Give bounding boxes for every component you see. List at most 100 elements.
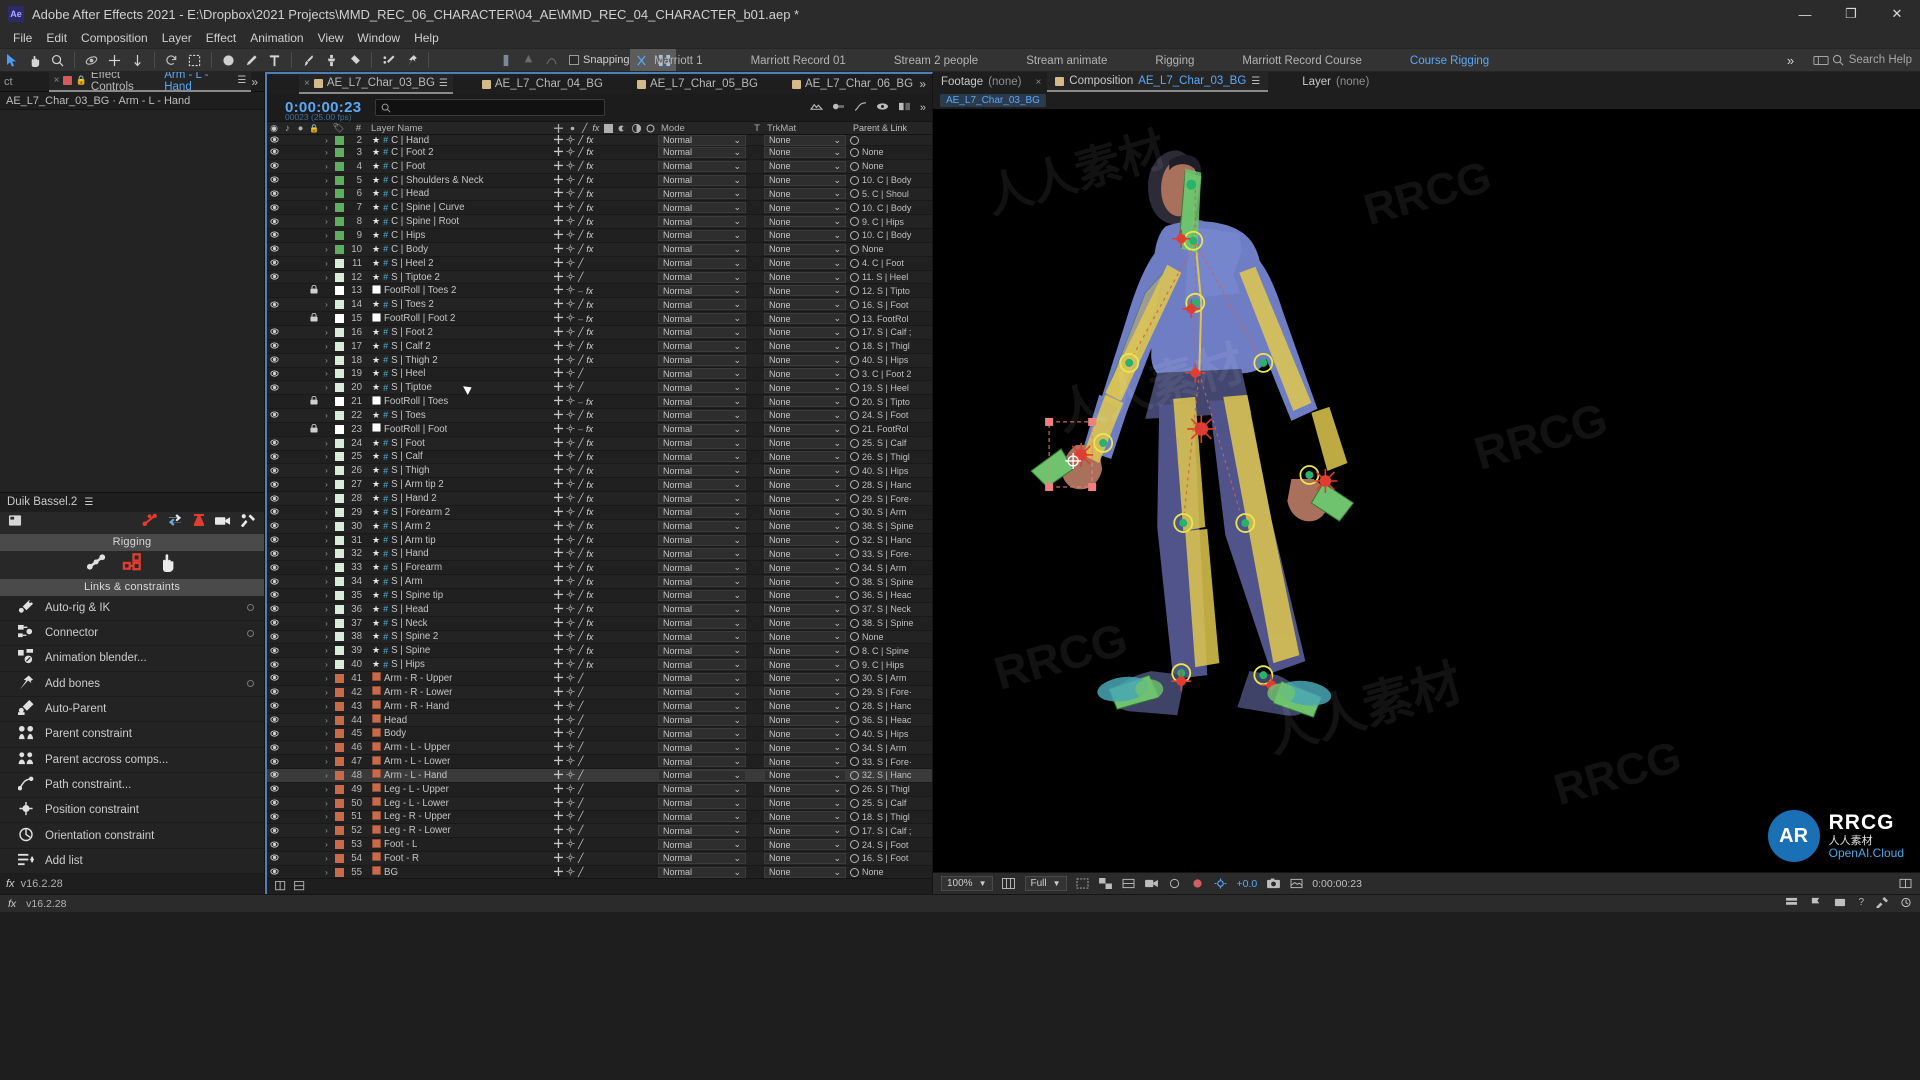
shy-switch-icon[interactable]: ╱ [578,742,583,753]
layer-color-swatch[interactable] [332,397,346,407]
layer-visibility-toggle[interactable] [267,743,281,753]
workspace-tab-marriott-record-course[interactable]: Marriott Record Course [1218,49,1386,73]
layer-mode-cell[interactable]: Normal ⌄ [658,299,750,311]
duik-link-red-icon[interactable] [122,552,144,577]
status-memory-icon[interactable] [1834,897,1846,911]
parent-switch-icon[interactable] [554,617,563,629]
shy-switch-icon[interactable]: ╱ [578,853,583,864]
quality-switch-icon[interactable] [566,382,575,393]
layer-color-chip[interactable] [334,438,344,448]
pickwhip-icon[interactable] [850,798,859,808]
layer-color-chip[interactable] [334,314,344,324]
layer-expand-arrow[interactable]: › [321,300,332,309]
pickwhip-icon[interactable] [850,853,859,863]
layer-visibility-toggle[interactable] [267,147,281,157]
duik-bone-red-icon[interactable] [142,513,158,532]
layer-color-chip[interactable] [334,549,344,559]
layer-mode-cell[interactable]: Normal ⌄ [658,229,750,241]
layer-color-chip[interactable] [334,853,344,863]
project-tab-truncated[interactable]: ct [0,76,13,88]
parent-switch-icon[interactable] [554,451,563,462]
timeline-layer-row[interactable]: › 27 ★ # S | Arm tip 2 ╱ fx Normal ⌄ None ⌄ 28. S |… [267,478,932,493]
pickwhip-icon[interactable] [850,466,859,476]
chevron-down-icon[interactable]: ⌄ [733,368,741,379]
layer-color-chip[interactable] [334,397,344,407]
parent-switch-icon[interactable] [554,382,563,393]
layer-mode-cell[interactable]: Normal ⌄ [658,135,750,146]
layer-color-swatch[interactable] [332,424,346,434]
pickwhip-icon[interactable] [850,452,859,462]
duik-refresh-icon[interactable] [167,513,183,532]
layer-parent-cell[interactable]: 32. S | Hanc [850,770,932,780]
timeline-layer-row[interactable]: 23 FootRoll | Foot – fx Normal ⌄ None ⌄ 21. Foot… [267,422,932,437]
layer-mode-cell[interactable]: Normal ⌄ [658,742,750,754]
chevron-down-icon[interactable]: ⌄ [833,147,841,158]
layer-expand-arrow[interactable]: › [321,646,332,655]
shy-switch-icon[interactable]: ╱ [578,341,583,352]
exposure-icon[interactable] [1214,877,1228,891]
comp-breadcrumb-chip[interactable]: AE_L7_Char_03_BG [940,94,1046,107]
quality-switch-icon[interactable] [566,299,575,310]
layer-expand-arrow[interactable]: › [321,563,332,572]
layer-trkmat-cell[interactable]: None ⌄ [764,700,850,712]
chevron-down-icon[interactable]: ⌄ [733,216,741,227]
chevron-down-icon[interactable]: ⌄ [733,687,741,698]
chevron-down-icon[interactable]: ⌄ [833,659,841,670]
layer-visibility-toggle[interactable] [267,244,281,254]
pickwhip-icon[interactable] [850,632,859,642]
layer-color-swatch[interactable] [332,244,346,254]
chevron-down-icon[interactable]: ⌄ [733,839,741,850]
parent-switch-icon[interactable] [554,645,563,656]
parent-switch-icon[interactable] [554,769,563,781]
chevron-down-icon[interactable]: ⌄ [733,272,741,283]
layer-color-chip[interactable] [334,341,344,351]
duik-structure-icon[interactable] [86,552,108,577]
layer-visibility-toggle[interactable] [267,175,281,185]
audio-switch-icon[interactable]: – [578,314,583,324]
shy-switch-icon[interactable]: ╱ [578,299,583,310]
layer-color-chip[interactable] [334,521,344,531]
layer-color-swatch[interactable] [332,743,346,753]
layer-parent-cell[interactable]: 34. S | Arm [850,563,932,573]
status-tools-icon[interactable] [1876,896,1888,911]
layer-color-chip[interactable] [334,147,344,157]
layer-color-swatch[interactable] [332,203,346,213]
menu-item-view[interactable]: View [311,31,351,45]
pickwhip-icon[interactable] [850,563,859,573]
3d-view-icon[interactable] [1122,877,1136,891]
layer-color-chip[interactable] [334,452,344,462]
quality-switch-icon[interactable] [566,853,575,864]
layer-parent-cell[interactable]: 9. C | Hips [850,217,932,227]
layer-mode-cell[interactable]: Normal ⌄ [658,825,750,837]
shy-switch-icon[interactable]: ╱ [578,576,583,587]
menu-item-effect[interactable]: Effect [199,31,243,45]
pan-behind-tool-icon[interactable] [103,49,126,71]
region-of-interest-icon[interactable] [1076,877,1090,891]
timeline-layer-row[interactable]: › 29 ★ # S | Forearm 2 ╱ fx Normal ⌄ None ⌄ 30. S |… [267,505,932,520]
timeline-tab-ae_l7_char_04_bg[interactable]: AE_L7_Char_04_BG [477,74,608,94]
parent-switch-icon[interactable] [554,243,563,255]
shy-layers-icon[interactable] [876,99,889,117]
layer-visibility-toggle[interactable] [267,853,281,863]
layer-expand-arrow[interactable]: › [321,189,332,198]
chevron-down-icon[interactable]: ⌄ [833,272,841,283]
chevron-down-icon[interactable]: ⌄ [733,147,741,158]
timeline-layer-row[interactable]: › 53 Foot - L ╱ Normal ⌄ None ⌄ 24. S | Foot [267,838,932,853]
parent-switch-icon[interactable] [554,562,563,573]
shy-switch-icon[interactable]: ╱ [578,645,583,656]
shy-switch-icon[interactable]: ╱ [578,216,583,227]
layer-color-chip[interactable] [334,840,344,850]
chevron-down-icon[interactable]: ⌄ [833,521,841,532]
layer-expand-arrow[interactable]: › [321,162,332,171]
timeline-layer-row[interactable]: › 5 ★ # C | Shoulders & Neck ╱ fx Normal ⌄ None ⌄ 1… [267,173,932,188]
layer-expand-arrow[interactable]: › [321,273,332,282]
layer-color-swatch[interactable] [332,867,346,877]
layer-visibility-toggle[interactable] [267,646,281,656]
layer-search-input[interactable] [375,99,606,116]
pickwhip-icon[interactable] [850,660,859,670]
layer-trkmat-cell[interactable]: None ⌄ [764,229,850,241]
chevron-down-icon[interactable]: ⌄ [833,355,841,366]
chevron-down-icon[interactable]: ⌄ [833,811,841,822]
chevron-down-icon[interactable]: ⌄ [833,839,841,850]
layer-parent-cell[interactable]: 40. S | Hips [850,466,932,476]
